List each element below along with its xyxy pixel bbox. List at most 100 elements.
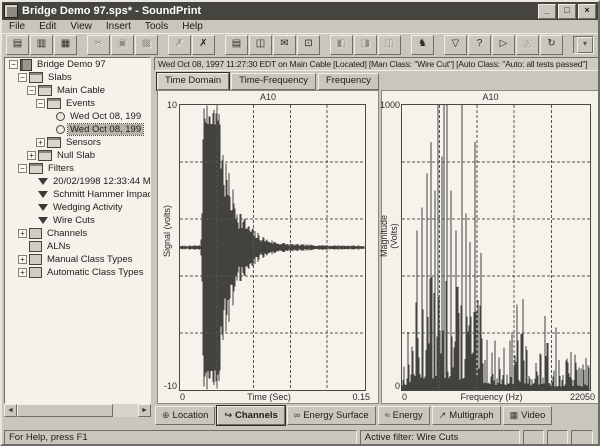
- menu-insert[interactable]: Insert: [99, 21, 138, 32]
- tree-item-wed-oct-08-199[interactable]: Wed Oct 08, 199: [5, 110, 150, 123]
- toolbar-group: ▤ ◫✉⊡: [225, 35, 321, 55]
- open-button[interactable]: ▥: [30, 35, 53, 55]
- menu-edit[interactable]: Edit: [32, 21, 63, 32]
- tree-item-label: Filters: [46, 163, 76, 174]
- tree-item-alns[interactable]: ALNs: [5, 240, 150, 253]
- tree-item-wedging-activity[interactable]: Wedging Activity: [5, 201, 150, 214]
- paste-button: ▩: [135, 35, 158, 55]
- expand-toggle[interactable]: +: [27, 151, 36, 160]
- expand-toggle[interactable]: +: [18, 229, 27, 238]
- scrollbar-track[interactable]: [113, 404, 138, 417]
- funnel-icon: [38, 217, 48, 224]
- tab-energy-surface[interactable]: ∞Energy Surface: [287, 406, 376, 425]
- print-button[interactable]: ▤: [225, 35, 248, 55]
- project-tree-panel[interactable]: −Bridge Demo 97−Slabs−Main Cable−EventsW…: [4, 57, 151, 404]
- tree-item-label: Wedging Activity: [51, 202, 125, 213]
- x-axis-label: Time (Sec): [158, 392, 380, 402]
- slab-icon: [38, 150, 52, 161]
- channels-icon: ↪: [224, 408, 232, 423]
- tree-item-sensors[interactable]: +Sensors: [5, 136, 150, 149]
- toolbar-group: ◧◨◫: [330, 35, 402, 55]
- tree-item-label: ALNs: [45, 241, 72, 252]
- refresh-button[interactable]: ↻: [540, 35, 563, 55]
- maximize-button[interactable]: □: [558, 4, 576, 19]
- tree-item-wed-oct-08-199[interactable]: Wed Oct 08, 199: [5, 123, 150, 136]
- frequency-chart-panel: A10 Magnitude (Volts) 1000 0 0 Frequency…: [381, 90, 600, 404]
- auto-class-icon: [29, 267, 42, 278]
- tree-item-automatic-class-types[interactable]: + Automatic Class Types: [5, 266, 150, 279]
- tree-item-label: Wed Oct 08, 199: [68, 124, 143, 135]
- tab-time-domain[interactable]: Time Domain: [157, 73, 229, 90]
- filter-query-button[interactable]: ?: [468, 35, 491, 55]
- tab-label: Location: [173, 408, 209, 423]
- y-min-tick: -10: [158, 381, 177, 391]
- y-min-tick: 0: [379, 381, 400, 391]
- collapse-toggle[interactable]: −: [18, 164, 27, 173]
- tree-item-20-02-1998-12-33-44-ms[interactable]: 20/02/1998 12:33:44 MS: [5, 175, 150, 188]
- filter-query-icon: ?: [477, 38, 483, 49]
- view-tab-bar: ⊕Location↪Channels∞Energy Surface≈Energy…: [155, 406, 554, 424]
- tab-label: Channels: [235, 408, 278, 423]
- save-button[interactable]: ▦: [54, 35, 77, 55]
- tree-item-events[interactable]: −Events: [5, 97, 150, 110]
- minimize-button[interactable]: _: [538, 4, 556, 19]
- import-button[interactable]: ⊡: [297, 35, 320, 55]
- scroll-left-arrow[interactable]: ◄: [4, 404, 17, 417]
- collapse-toggle[interactable]: −: [36, 99, 45, 108]
- filter-button[interactable]: ▽: [444, 35, 467, 55]
- tree-item-bridge-demo-97[interactable]: −Bridge Demo 97: [5, 58, 150, 71]
- time-domain-chart-panel: A10 Signal (volts) 10 -10 0 Time (Sec) 0…: [157, 90, 379, 404]
- menu-view[interactable]: View: [63, 21, 99, 32]
- new-button[interactable]: ▤: [6, 35, 29, 55]
- tree-item-schmitt-hammer-impacts[interactable]: Schmitt Hammer Impacts: [5, 188, 150, 201]
- print-preview-button[interactable]: ◫: [249, 35, 272, 55]
- scrollbar-thumb[interactable]: [17, 404, 113, 417]
- expand-toggle[interactable]: +: [18, 255, 27, 264]
- tree-item-slabs[interactable]: −Slabs: [5, 71, 150, 84]
- collapse-toggle[interactable]: −: [27, 86, 36, 95]
- print-icon: ▤: [232, 38, 241, 49]
- tree-item-label: Automatic Class Types: [45, 267, 145, 278]
- menu-tools[interactable]: Tools: [138, 21, 175, 32]
- scroll-right-arrow[interactable]: ►: [138, 404, 151, 417]
- tree-item-channels[interactable]: +Channels: [5, 227, 150, 240]
- expand-toggle[interactable]: +: [18, 268, 27, 277]
- copy-icon: ▣: [118, 38, 127, 49]
- tab-time-frequency[interactable]: Time-Frequency: [231, 73, 316, 90]
- menu-file[interactable]: File: [2, 21, 32, 32]
- tree-item-main-cable[interactable]: −Main Cable: [5, 84, 150, 97]
- tree-item-filters[interactable]: − Filters: [5, 162, 150, 175]
- playback-button[interactable]: ♞: [411, 35, 434, 55]
- video-icon: ▦: [510, 408, 519, 423]
- close-button[interactable]: ×: [578, 4, 596, 19]
- tree-item-null-slab[interactable]: +Null Slab: [5, 149, 150, 162]
- chart-title: A10: [158, 92, 378, 102]
- funnel-icon: [38, 191, 48, 198]
- view-split-icon: ◫: [385, 38, 394, 49]
- filter-edit-icon: ◬: [524, 38, 532, 49]
- tab-frequency[interactable]: Frequency: [318, 73, 379, 90]
- expand-toggle[interactable]: +: [36, 138, 45, 147]
- tree-item-wire-cuts[interactable]: Wire Cuts: [5, 214, 150, 227]
- toolbar: ▤▥▦✂▣▩✗✗▤◫✉⊡◧◨◫♞▽?▷◬↻▾?↖?: [2, 33, 598, 55]
- filter-apply-icon: ▷: [500, 38, 508, 49]
- tree-item-manual-class-types[interactable]: +Manual Class Types: [5, 253, 150, 266]
- tab-energy[interactable]: ≈Energy: [378, 406, 430, 425]
- menu-help[interactable]: Help: [175, 21, 210, 32]
- slabs-icon: [29, 72, 43, 83]
- tab-multigraph[interactable]: ↗Multigraph: [432, 406, 501, 425]
- collapse-toggle[interactable]: −: [18, 73, 27, 82]
- delete-event-icon: ✗: [199, 38, 207, 49]
- delete-event-button[interactable]: ✗: [192, 35, 215, 55]
- tree-horizontal-scrollbar[interactable]: ◄ ►: [4, 404, 151, 417]
- tab-video[interactable]: ▦Video: [503, 406, 553, 425]
- paste-icon: ▩: [142, 38, 151, 49]
- tab-label: Energy: [393, 408, 423, 423]
- filter-apply-button[interactable]: ▷: [492, 35, 515, 55]
- tab-channels[interactable]: ↪Channels: [217, 406, 284, 425]
- toolbar-group: ▽? ▷ ◬ ↻: [444, 35, 564, 55]
- title-bar[interactable]: Bridge Demo 97.sps* - SoundPrint _ □ ×: [2, 2, 598, 20]
- collapse-toggle[interactable]: −: [9, 60, 18, 69]
- tab-location[interactable]: ⊕Location: [155, 406, 215, 425]
- export-button[interactable]: ✉: [273, 35, 296, 55]
